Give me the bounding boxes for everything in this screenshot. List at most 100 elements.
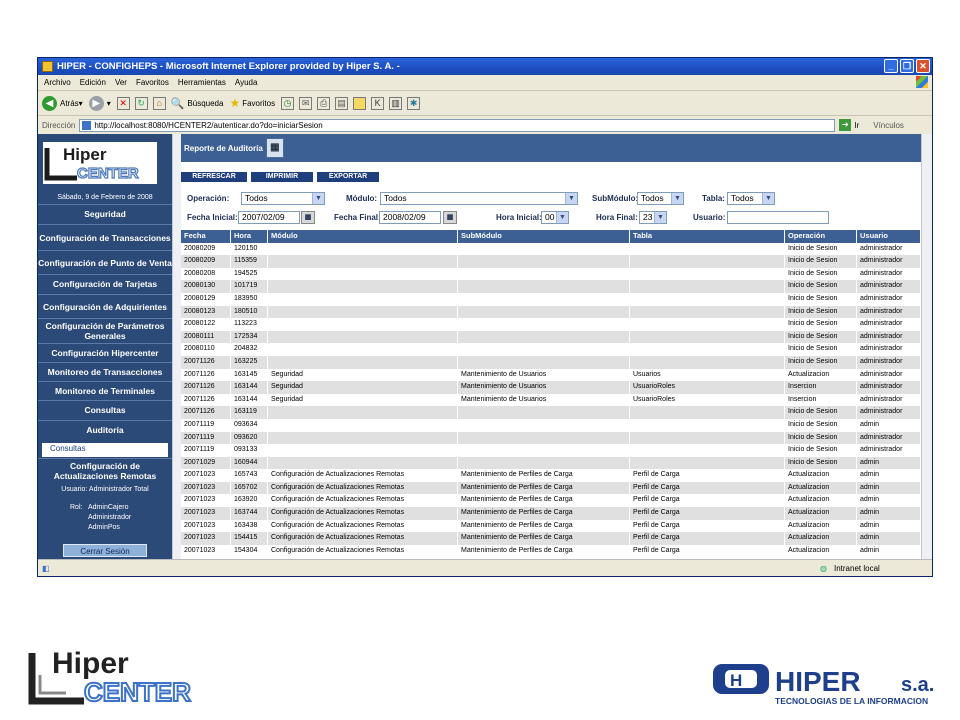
col-operacion[interactable]: Operación	[785, 230, 857, 243]
table-cell: UsuarioRoles	[630, 393, 785, 407]
nav-config-tarjetas[interactable]: Configuración de Tarjetas	[38, 274, 172, 292]
table-row[interactable]: 20071119 093634 Inicio de Sesion admin	[181, 418, 921, 432]
table-cell: Actualizacion	[785, 494, 857, 508]
fecha-inicial-input[interactable]: 2007/02/09	[238, 211, 300, 224]
col-fecha[interactable]: Fecha	[181, 230, 231, 243]
table-row[interactable]: 20071023 165702 Configuración de Actualiza…	[181, 481, 921, 495]
refrescar-button[interactable]: REFRESCAR	[181, 172, 247, 182]
table-row[interactable]: 20071126 163119 Inicio de Sesion administra…	[181, 406, 921, 419]
tabla-label: Tabla:	[702, 194, 725, 203]
table-cell: Inicio de Sesion	[785, 444, 857, 457]
nav-config-actualizaciones[interactable]: Configuración de Actualizaciones Remotas	[38, 458, 172, 482]
go-button[interactable]: ➔ Ir	[839, 119, 859, 131]
search-button[interactable]: 🔍 Búsqueda	[171, 97, 224, 110]
table-cell	[268, 255, 458, 268]
links-label[interactable]: Vínculos	[873, 121, 904, 130]
table-row[interactable]: 20080110 204832 Inicio de Sesion administra…	[181, 343, 921, 356]
fecha-final-input[interactable]: 2008/02/09	[379, 211, 441, 224]
table-cell: 163144	[231, 393, 268, 407]
exportar-button[interactable]: EXPORTAR	[317, 172, 379, 182]
nav-config-parametros[interactable]: Configuración de Parámetros Generales	[38, 318, 172, 342]
close-button[interactable]: ✕	[916, 59, 930, 73]
home-icon[interactable]: ⌂	[152, 96, 166, 110]
table-row[interactable]: 20071126 163145 Seguridad Mantenimiento de …	[181, 368, 921, 382]
table-row[interactable]: 20071023 154304 Configuración de Actualiza…	[181, 544, 921, 558]
col-tabla[interactable]: Tabla	[630, 230, 785, 243]
menu-edicion[interactable]: Edición	[80, 78, 106, 87]
table-row[interactable]: 20080208 194525 Inicio de Sesion administra…	[181, 267, 921, 281]
table-row[interactable]: 20071023 165743 Configuración de Actualiza…	[181, 469, 921, 482]
table-row[interactable]: 20071119 093620 Inicio de Sesion administra…	[181, 431, 921, 445]
research-icon[interactable]: ▥	[389, 96, 403, 110]
table-row[interactable]: 20080209 115359 Inicio de Sesion administra…	[181, 255, 921, 268]
messenger-icon[interactable]: K	[371, 96, 385, 110]
print-icon[interactable]: ⎙	[317, 96, 331, 110]
table-row[interactable]: 20071023 163920 Configuración de Actualiza…	[181, 494, 921, 508]
nav-consultas[interactable]: Consultas	[38, 400, 172, 419]
maximize-button[interactable]: ❐	[900, 59, 914, 73]
nav-config-adquirientes[interactable]: Configuración de Adquirientes	[38, 294, 172, 318]
table-row[interactable]: 20071126 163144 Seguridad Mantenimiento de …	[181, 393, 921, 407]
nav-config-punto-venta[interactable]: Configuración de Punto de Venta	[38, 250, 172, 274]
table-row[interactable]: 20071029 160944 Inicio de Sesion admin	[181, 456, 921, 470]
calendar-icon[interactable]: ▦	[443, 211, 457, 224]
operacion-select[interactable]: Todos ▼	[241, 192, 325, 205]
modulo-select[interactable]: Todos ▼	[380, 192, 578, 205]
logout-button[interactable]: Cerrar Sesión	[63, 544, 147, 557]
table-row[interactable]: 20071023 163744 Configuración de Actualiza…	[181, 507, 921, 520]
hora-inicial-select[interactable]: 00 ▼	[541, 211, 569, 224]
table-cell: admin	[857, 481, 921, 495]
table-row[interactable]: 20071126 163144 Seguridad Mantenimiento de …	[181, 381, 921, 394]
table-row[interactable]: 20071023 163438 Configuración de Actualiza…	[181, 519, 921, 533]
nav-config-transacciones[interactable]: Configuración de Transacciones	[38, 224, 172, 250]
nav-seguridad[interactable]: Seguridad	[38, 204, 172, 222]
nav-monitoreo-terminales[interactable]: Monitoreo de Terminales	[38, 381, 172, 399]
menu-archivo[interactable]: Archivo	[44, 78, 71, 87]
menu-favoritos[interactable]: Favoritos	[136, 78, 169, 87]
nav-config-hipercenter[interactable]: Configuración Hipercenter	[38, 343, 172, 361]
nav-monitoreo-transacciones[interactable]: Monitoreo de Transacciones	[38, 362, 172, 380]
history-icon[interactable]: ◷	[281, 96, 295, 110]
stop-icon[interactable]: ✕	[116, 96, 130, 110]
table-row[interactable]: 20071119 093133 Inicio de Sesion administra…	[181, 444, 921, 457]
table-row[interactable]: 20071126 163225 Inicio de Sesion administra…	[181, 355, 921, 369]
tabla-select[interactable]: Todos ▼	[727, 192, 775, 205]
col-usuario[interactable]: Usuario	[857, 230, 921, 243]
page-scrollbar[interactable]	[921, 134, 932, 561]
imprimir-button[interactable]: IMPRIMIR	[251, 172, 313, 182]
col-modulo[interactable]: Módulo	[268, 230, 458, 243]
edit-icon[interactable]: ▤	[335, 96, 349, 110]
submodulo-select[interactable]: Todos ▼	[637, 192, 684, 205]
col-submodulo[interactable]: SubMódulo	[458, 230, 630, 243]
svg-text:CENTER: CENTER	[77, 165, 139, 182]
hora-final-select[interactable]: 23 ▼	[639, 211, 667, 224]
back-button[interactable]: ◀ Atrás ▾	[42, 95, 83, 111]
mail-icon[interactable]: ✉	[299, 96, 313, 110]
table-row[interactable]: 20080111 172534 Inicio de Sesion administra…	[181, 330, 921, 344]
nav-auditoria[interactable]: Auditoría	[38, 420, 172, 439]
address-input[interactable]: http://localhost:8080/HCENTER2/autentica…	[79, 118, 836, 132]
menu-ver[interactable]: Ver	[115, 78, 127, 87]
table-row[interactable]: 20080209 120150 Inicio de Sesion administra…	[181, 242, 921, 256]
menu-ayuda[interactable]: Ayuda	[235, 78, 258, 87]
table-row[interactable]: 20080130 101719 Inicio de Sesion administra…	[181, 280, 921, 293]
refresh-icon[interactable]: ↻	[134, 96, 148, 110]
nav-sub-consultas[interactable]: Consultas	[42, 443, 168, 457]
minimize-button[interactable]: _	[884, 59, 898, 73]
forward-button[interactable]: ▶ ▾	[88, 95, 111, 111]
table-cell: Inicio de Sesion	[785, 267, 857, 281]
calendar-icon[interactable]: ▦	[301, 211, 315, 224]
table-cell: 20071023	[181, 481, 231, 495]
tools-icon[interactable]: ✱	[407, 96, 421, 110]
folder-icon[interactable]	[353, 96, 367, 110]
table-row[interactable]: 20080122 113223 Inicio de Sesion administra…	[181, 318, 921, 331]
table-row[interactable]: 20080129 183950 Inicio de Sesion administra…	[181, 292, 921, 306]
menu-herramientas[interactable]: Herramientas	[178, 78, 226, 87]
table-cell: Inicio de Sesion	[785, 330, 857, 344]
col-hora[interactable]: Hora	[231, 230, 268, 243]
usuario-input[interactable]	[727, 211, 829, 224]
sidebar-scrollbar[interactable]	[172, 134, 181, 561]
favorites-button[interactable]: ★ Favoritos	[229, 96, 275, 110]
table-row[interactable]: 20071023 154415 Configuración de Actualiza…	[181, 532, 921, 545]
table-row[interactable]: 20080123 180510 Inicio de Sesion administra…	[181, 305, 921, 319]
